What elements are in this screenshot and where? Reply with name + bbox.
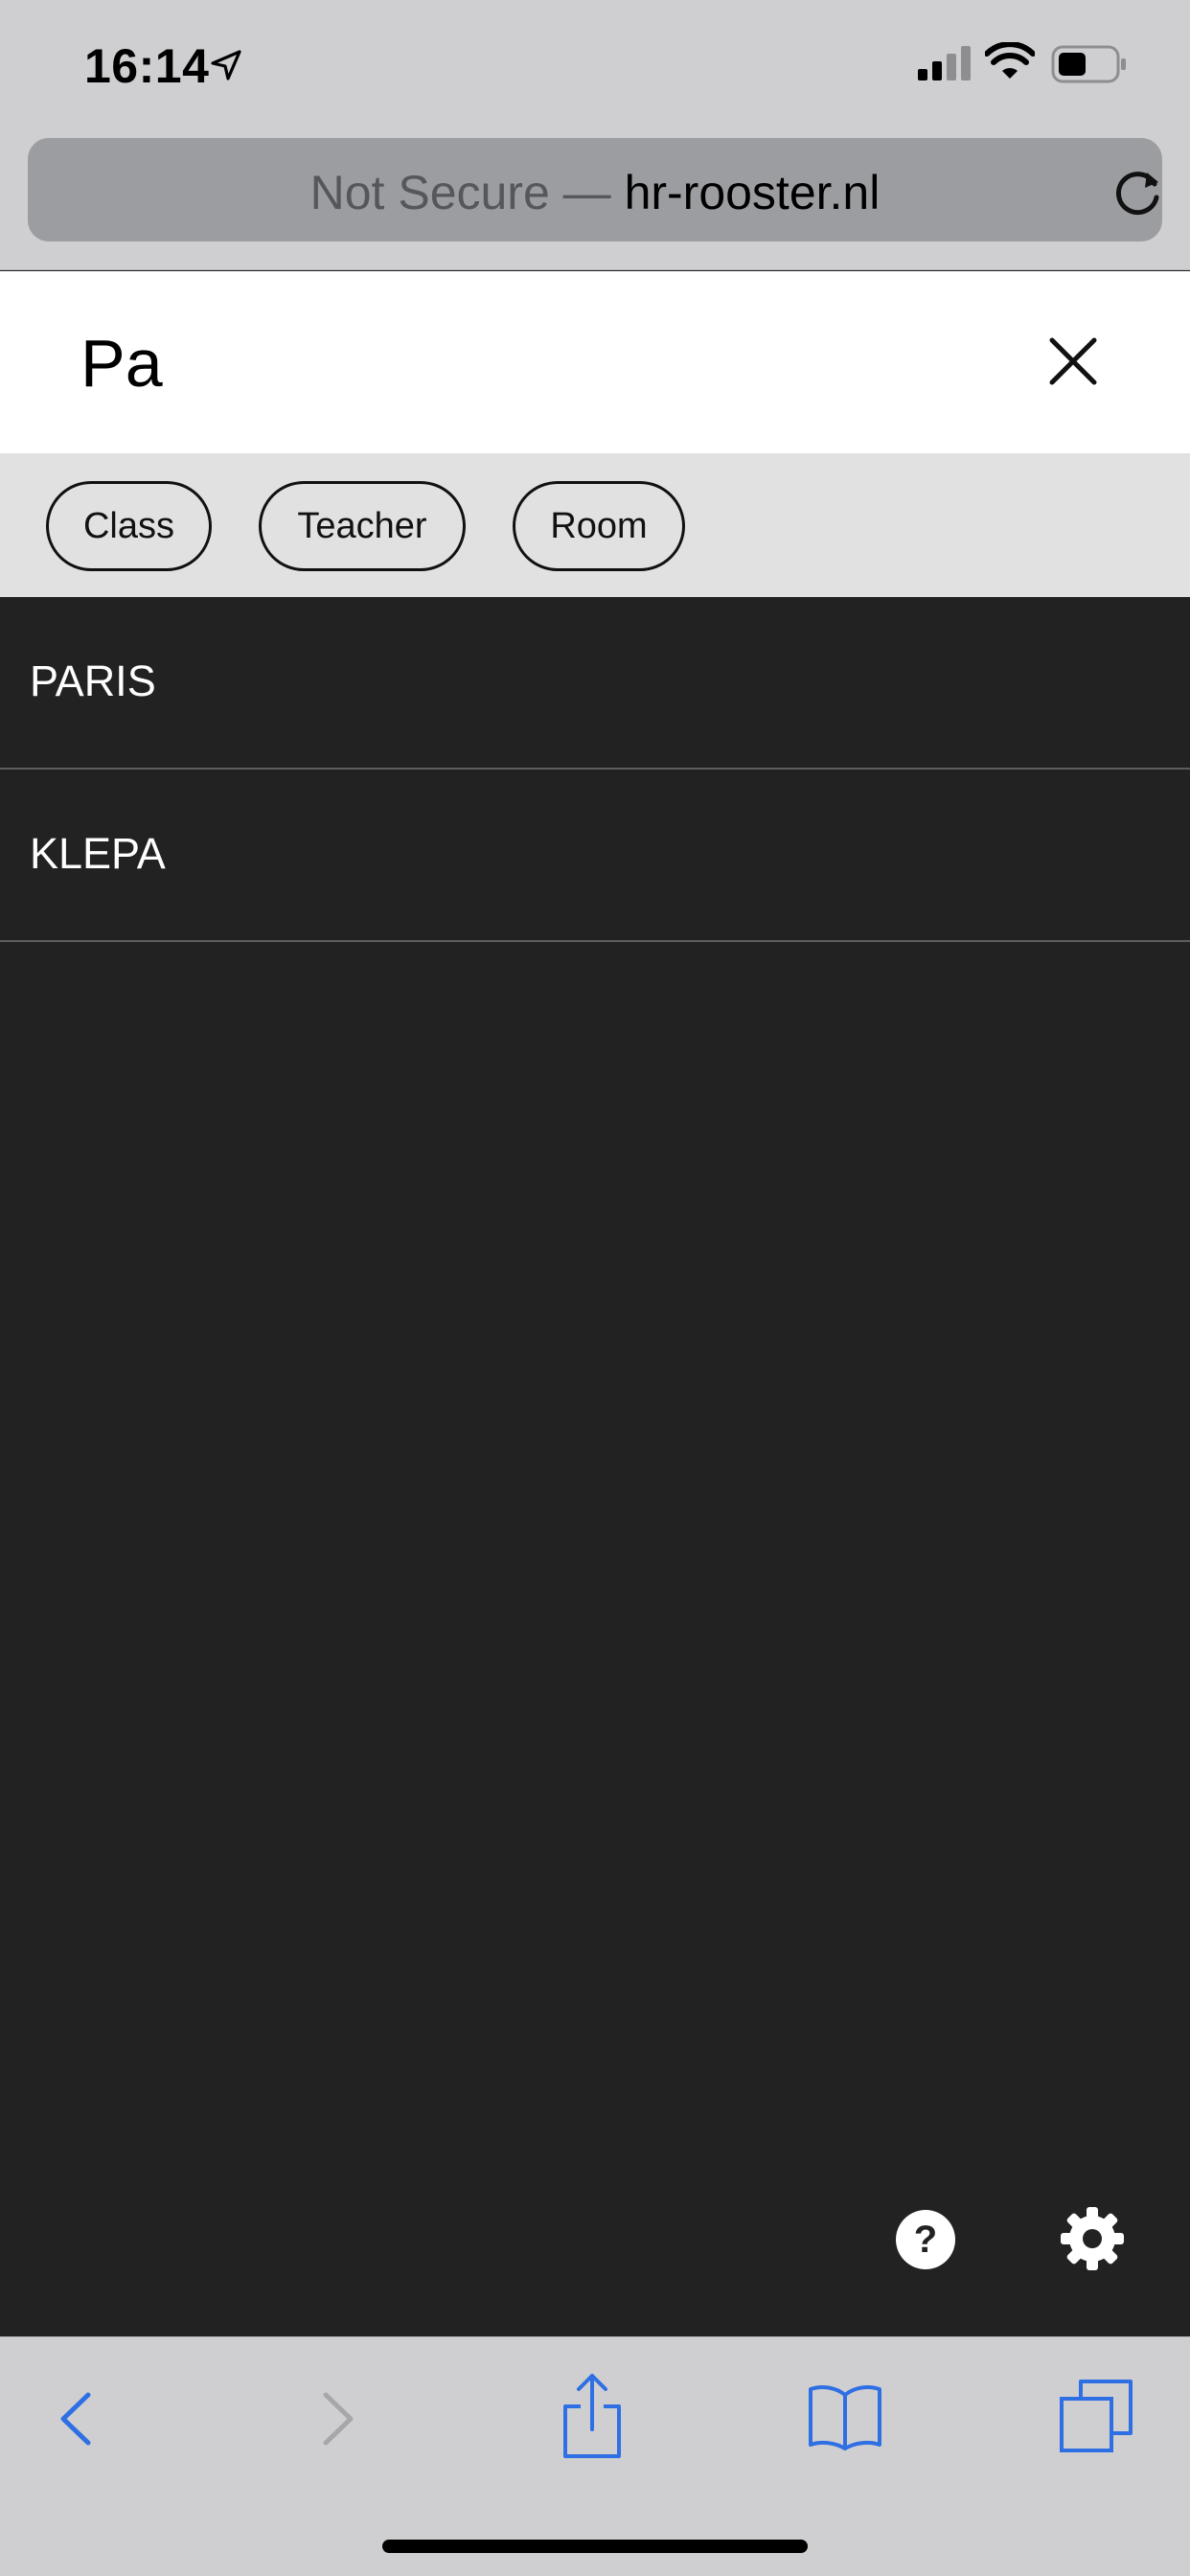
filter-bar: Class Teacher Room xyxy=(0,453,1190,597)
domain-label: hr-rooster.nl xyxy=(624,166,881,219)
filter-room-button[interactable]: Room xyxy=(513,481,685,571)
bookmarks-icon[interactable] xyxy=(807,2381,883,2452)
result-item[interactable]: KLEPA xyxy=(0,770,1190,942)
result-label: PARIS xyxy=(30,656,156,705)
battery-icon xyxy=(1051,45,1126,83)
address-bar[interactable]: Not Secure — hr-rooster.nl xyxy=(28,138,1162,242)
security-label: Not Secure — xyxy=(309,166,611,219)
tabs-icon[interactable] xyxy=(1058,2378,1134,2454)
settings-gear-icon[interactable] xyxy=(1059,2205,1126,2272)
back-chevron-icon[interactable] xyxy=(54,2387,100,2450)
status-bar: 16:14 xyxy=(0,0,1190,134)
browser-address-area: Not Secure — hr-rooster.nl xyxy=(0,134,1190,270)
help-icon[interactable]: ? xyxy=(895,2209,956,2270)
location-arrow-icon xyxy=(211,50,241,80)
home-indicator xyxy=(382,2540,808,2553)
filter-class-button[interactable]: Class xyxy=(46,481,212,571)
svg-text:?: ? xyxy=(914,2219,937,2261)
address-text: Not Secure — hr-rooster.nl xyxy=(28,165,1162,220)
search-header xyxy=(0,271,1190,453)
search-results: PARIS KLEPA xyxy=(0,597,1190,942)
result-label: KLEPA xyxy=(30,829,166,878)
forward-chevron-icon xyxy=(323,2392,354,2446)
cellular-signal-icon xyxy=(918,46,971,80)
search-input[interactable] xyxy=(80,315,943,411)
share-icon[interactable] xyxy=(560,2372,625,2460)
status-time: 16:14 xyxy=(84,39,210,93)
filter-teacher-button[interactable]: Teacher xyxy=(259,481,466,571)
close-icon[interactable] xyxy=(1046,334,1100,388)
wifi-icon xyxy=(985,42,1035,79)
reload-icon[interactable] xyxy=(1110,163,1168,220)
result-item[interactable]: PARIS xyxy=(0,597,1190,770)
